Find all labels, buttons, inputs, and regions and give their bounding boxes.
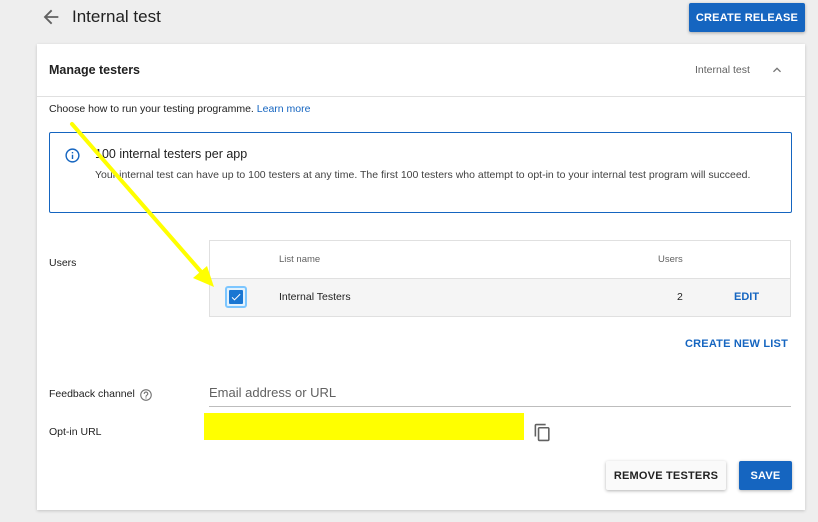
section-subtitle: Internal test <box>695 64 750 76</box>
info-icon <box>65 148 80 163</box>
info-body: Your internal test can have up to 100 te… <box>95 169 751 181</box>
checkmark-icon <box>229 290 243 304</box>
opt-in-url-redacted <box>204 413 524 440</box>
create-new-list-link[interactable]: CREATE NEW LIST <box>685 338 788 350</box>
intro-text-body: Choose how to run your testing programme… <box>49 103 254 115</box>
intro-text: Choose how to run your testing programme… <box>49 103 310 115</box>
column-header-list-name: List name <box>279 254 321 265</box>
arrow-back-icon[interactable] <box>40 6 62 28</box>
page-title: Internal test <box>72 7 161 26</box>
create-release-button[interactable]: CREATE RELEASE <box>689 3 805 32</box>
divider <box>37 96 805 97</box>
list-select-checkbox[interactable] <box>225 286 247 308</box>
edit-list-link[interactable]: EDIT <box>734 291 759 303</box>
section-title: Manage testers <box>49 63 141 77</box>
help-circle-icon[interactable] <box>139 388 153 402</box>
opt-in-url-label: Opt-in URL <box>49 426 102 438</box>
users-count-cell: 2 <box>677 291 683 303</box>
remove-testers-button[interactable]: REMOVE TESTERS <box>606 461 726 490</box>
users-label: Users <box>49 257 77 269</box>
chevron-up-icon[interactable] <box>769 62 785 78</box>
learn-more-link[interactable]: Learn more <box>257 103 311 115</box>
column-header-users: Users <box>658 254 683 265</box>
copy-icon[interactable] <box>533 423 552 442</box>
save-button[interactable]: SAVE <box>739 461 792 490</box>
feedback-channel-input[interactable] <box>209 378 791 407</box>
list-name-cell: Internal Testers <box>279 291 351 303</box>
feedback-channel-label: Feedback channel <box>49 388 135 400</box>
info-title: 100 internal testers per app <box>95 147 248 161</box>
